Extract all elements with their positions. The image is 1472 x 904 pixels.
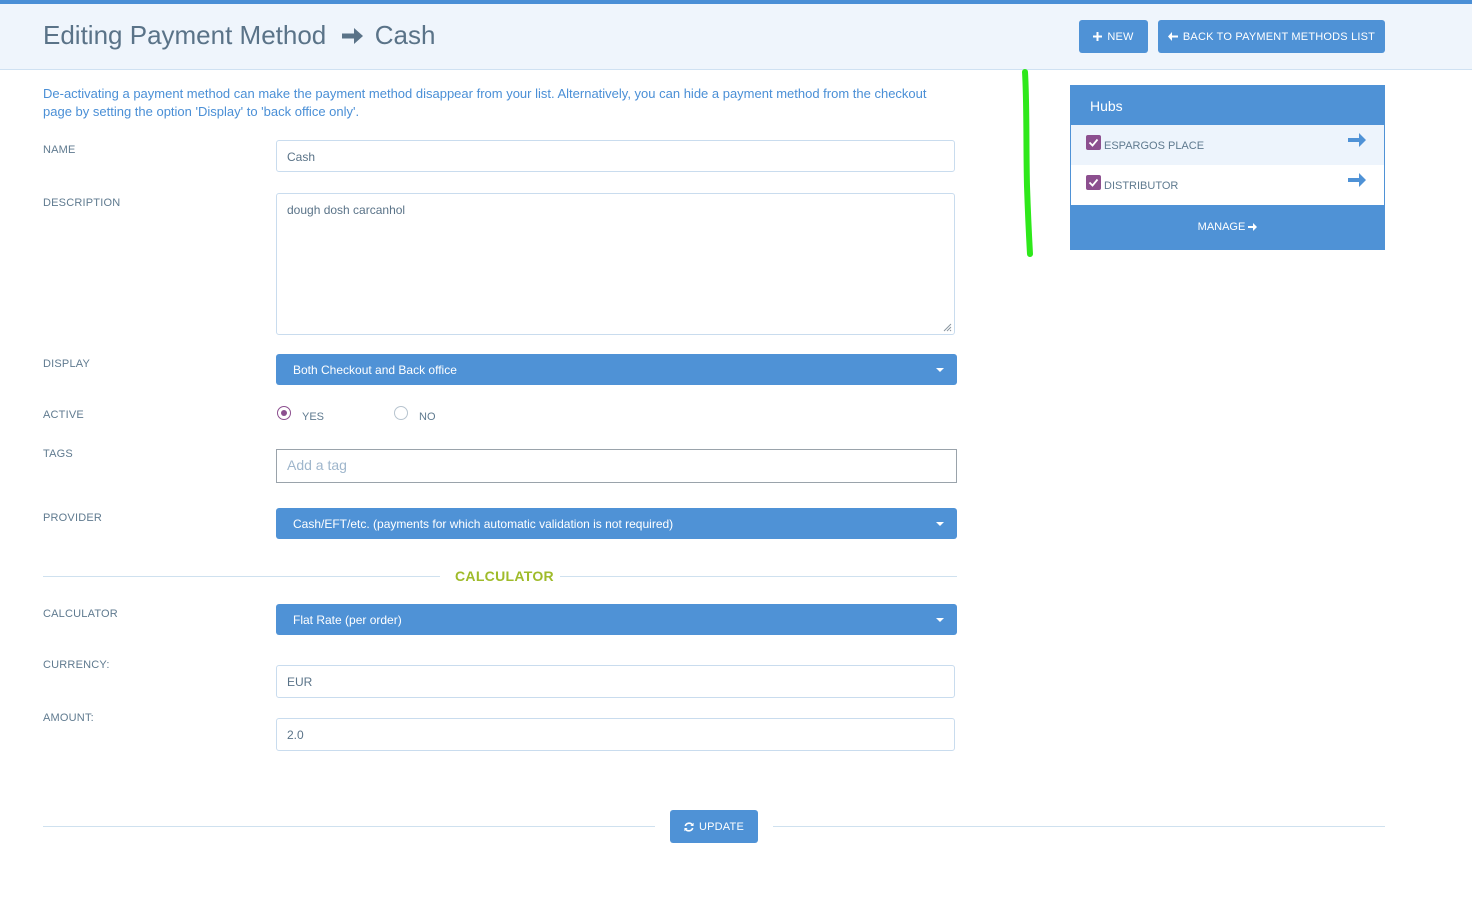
page-title-text: Editing Payment Method [43,20,327,50]
currency-input[interactable]: EUR [276,665,955,698]
back-button-label: BACK TO PAYMENT METHODS LIST [1182,30,1376,43]
footer-divider [773,826,1385,827]
display-select[interactable]: Both Checkout and Back office [276,354,957,385]
active-label: ACTIVE [43,409,84,421]
provider-select[interactable]: Cash/EFT/etc. (payments for which automa… [276,508,957,539]
amount-input-value: 2.0 [287,728,304,742]
amount-input[interactable]: 2.0 [276,718,955,751]
manage-button-label: MANAGE [1197,221,1246,233]
arrow-right-icon [340,23,364,54]
caret-down-icon [936,618,944,622]
hubs-panel-title: Hubs [1090,98,1123,114]
checkmark-icon [1088,138,1099,147]
caret-down-icon [936,522,944,526]
provider-select-value: Cash/EFT/etc. (payments for which automa… [293,517,674,531]
manage-hubs-button[interactable]: MANAGE [1071,205,1384,249]
plus-icon [1093,32,1103,41]
hub-checkbox[interactable] [1086,175,1101,190]
display-select-value: Both Checkout and Back office [293,363,457,377]
page-header: Editing Payment Method Cash NEW BACK TO … [0,4,1472,70]
caret-down-icon [936,368,944,372]
calculator-select[interactable]: Flat Rate (per order) [276,604,957,635]
name-input[interactable]: Cash [276,140,955,172]
calculator-select-value: Flat Rate (per order) [293,613,402,627]
description-textarea-value: dough dosh carcanhol [287,203,406,217]
active-yes-label: YES [302,411,325,423]
active-yes-radio[interactable] [277,406,291,420]
hubs-panel: Hubs ESPARGOS PLACE DISTRIBUTOR MANAGE [1070,85,1385,250]
arrow-right-icon [1248,223,1258,231]
new-button[interactable]: NEW [1079,20,1148,53]
active-no-radio[interactable] [394,406,408,420]
arrow-left-icon [1167,32,1178,41]
tags-input[interactable] [285,456,929,474]
page-title-subject: Cash [374,20,436,50]
calculator-section-title: CALCULATOR [455,568,554,584]
tags-label: TAGS [43,448,73,460]
description-textarea[interactable]: dough dosh carcanhol [276,193,955,335]
section-divider [560,576,957,577]
section-divider [43,576,440,577]
active-no-label: NO [419,411,436,423]
resize-handle-icon[interactable] [943,323,952,332]
name-label: NAME [43,144,76,156]
arrow-right-icon[interactable] [1347,171,1367,189]
update-button[interactable]: UPDATE [670,810,758,843]
display-label: DISPLAY [43,358,91,370]
checkmark-icon [1088,178,1099,187]
hubs-panel-header: Hubs [1071,86,1384,125]
calculator-label: CALCULATOR [43,608,118,620]
hub-row-espargos-place[interactable]: ESPARGOS PLACE [1071,125,1384,165]
page-title: Editing Payment Method Cash [43,20,435,54]
arrow-right-icon[interactable] [1347,131,1367,149]
refresh-icon [684,821,694,832]
hub-row-distributor[interactable]: DISTRIBUTOR [1071,165,1384,205]
description-label: DESCRIPTION [43,197,121,209]
hub-name: ESPARGOS PLACE [1104,140,1205,152]
currency-input-value: EUR [287,675,313,689]
new-button-label: NEW [1107,30,1134,43]
name-input-value: Cash [287,150,316,164]
update-button-label: UPDATE [698,820,744,833]
tags-field[interactable] [276,449,957,483]
back-to-list-button[interactable]: BACK TO PAYMENT METHODS LIST [1158,20,1385,53]
deactivation-notice: De-activating a payment method can make … [43,86,927,119]
hub-name: DISTRIBUTOR [1104,180,1179,192]
amount-label: AMOUNT: [43,712,94,724]
provider-label: PROVIDER [43,512,103,524]
hub-checkbox[interactable] [1086,135,1101,150]
footer-divider [43,826,655,827]
annotation-mark [1022,69,1033,257]
currency-label: CURRENCY: [43,659,110,671]
